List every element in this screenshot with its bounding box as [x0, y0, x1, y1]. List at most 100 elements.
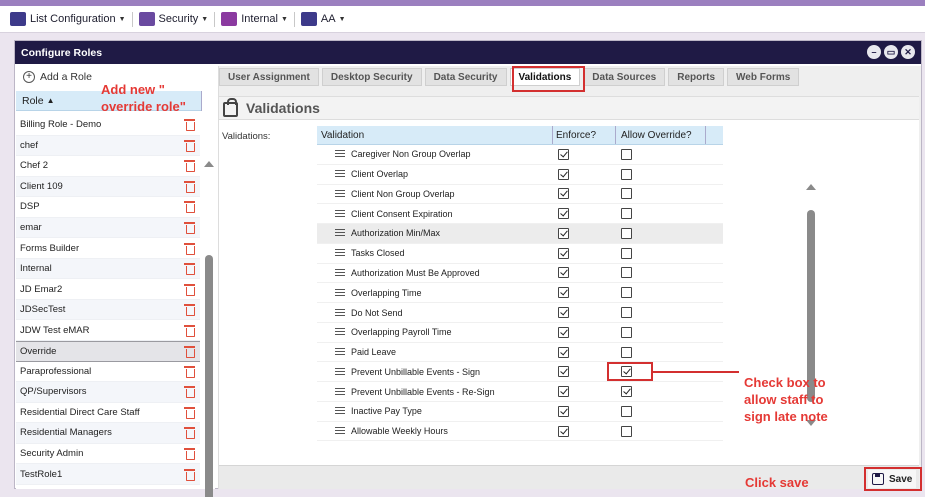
role-row[interactable]: JDSecTest: [16, 299, 200, 321]
role-row[interactable]: Client 109: [16, 176, 200, 198]
role-row[interactable]: JDW Test eMAR: [16, 320, 200, 342]
enforce-checkbox[interactable]: [558, 148, 569, 160]
trash-icon[interactable]: [184, 201, 195, 214]
menu-user[interactable]: AA ▼: [300, 12, 346, 26]
scroll-up-icon[interactable]: [806, 184, 816, 190]
trash-icon[interactable]: [184, 406, 195, 419]
tab-desktop-security[interactable]: Desktop Security: [321, 68, 422, 86]
role-row[interactable]: emar: [16, 217, 200, 239]
tab-web-forms[interactable]: Web Forms: [727, 68, 800, 86]
trash-icon[interactable]: [184, 139, 195, 152]
drag-handle-icon[interactable]: [335, 308, 345, 317]
maximize-icon[interactable]: ▭: [884, 45, 898, 59]
drag-handle-icon[interactable]: [335, 348, 345, 356]
role-row[interactable]: Billing Role - Demo: [16, 115, 200, 136]
tab-user-assignment[interactable]: User Assignment: [219, 68, 319, 86]
role-row[interactable]: Internal: [16, 258, 200, 280]
enforce-checkbox[interactable]: [558, 405, 569, 417]
enforce-checkbox[interactable]: [558, 346, 569, 358]
tab-reports[interactable]: Reports: [668, 68, 725, 86]
role-row[interactable]: TestRole1: [16, 464, 200, 485]
drag-handle-icon[interactable]: [335, 268, 345, 277]
role-row[interactable]: Security Admin: [16, 444, 200, 465]
allow-override-checkbox[interactable]: [621, 168, 632, 180]
enforce-checkbox[interactable]: [558, 287, 569, 299]
allow-override-checkbox[interactable]: [621, 287, 632, 299]
enforce-checkbox[interactable]: [558, 267, 569, 279]
role-row[interactable]: Residential Direct Care Staff: [16, 403, 200, 424]
enforce-checkbox[interactable]: [558, 307, 569, 318]
allow-override-checkbox[interactable]: [621, 208, 632, 220]
scrollbar-thumb[interactable]: [205, 255, 213, 497]
enforce-checkbox[interactable]: [558, 326, 569, 338]
tab-data-sources[interactable]: Data Sources: [583, 68, 666, 86]
role-row[interactable]: QP/Supervisors: [16, 382, 200, 403]
drag-handle-icon[interactable]: [335, 387, 345, 396]
trash-icon[interactable]: [184, 324, 195, 337]
trash-icon[interactable]: [184, 448, 195, 461]
scroll-up-icon[interactable]: [204, 161, 214, 167]
trash-icon[interactable]: [184, 468, 195, 481]
drag-handle-icon[interactable]: [335, 328, 345, 336]
drag-handle-icon[interactable]: [335, 427, 345, 435]
allow-override-checkbox[interactable]: [621, 405, 632, 417]
minimize-icon[interactable]: –: [867, 45, 881, 59]
role-row[interactable]: JD Emar2: [16, 279, 200, 300]
trash-icon[interactable]: [184, 263, 195, 276]
allow-override-checkbox[interactable]: [621, 267, 632, 279]
role-row[interactable]: chef: [16, 135, 200, 157]
trash-icon[interactable]: [184, 386, 195, 399]
tab-data-security[interactable]: Data Security: [424, 68, 507, 86]
close-icon[interactable]: ✕: [901, 45, 915, 59]
enforce-checkbox[interactable]: [558, 188, 569, 200]
role-row[interactable]: DSP: [16, 197, 200, 218]
drag-handle-icon[interactable]: [335, 209, 345, 218]
enforce-checkbox[interactable]: [558, 208, 569, 220]
enforce-checkbox[interactable]: [558, 227, 569, 239]
allow-override-checkbox[interactable]: [621, 326, 632, 338]
drag-handle-icon[interactable]: [335, 150, 345, 158]
trash-icon[interactable]: [184, 119, 195, 132]
enforce-checkbox[interactable]: [558, 425, 569, 437]
trash-icon[interactable]: [184, 283, 195, 296]
menu-list-configuration[interactable]: List Configuration ▼: [10, 12, 126, 26]
allow-override-checkbox[interactable]: [621, 247, 632, 259]
role-row[interactable]: Forms Builder: [16, 238, 200, 259]
drag-handle-icon[interactable]: [335, 170, 345, 178]
role-row[interactable]: Paraprofessional: [16, 362, 200, 383]
drag-handle-icon[interactable]: [335, 229, 345, 237]
header-enforce[interactable]: Enforce?: [553, 126, 616, 144]
header-validation[interactable]: Validation: [317, 126, 553, 144]
trash-icon[interactable]: [184, 180, 195, 193]
enforce-checkbox[interactable]: [558, 386, 569, 398]
menu-security[interactable]: Security ▼: [138, 12, 208, 26]
grid-scrollbar[interactable]: [806, 184, 818, 484]
role-row[interactable]: Chef 2: [16, 156, 200, 177]
allow-override-checkbox[interactable]: [621, 386, 632, 398]
trash-icon[interactable]: [184, 222, 195, 234]
drag-handle-icon[interactable]: [335, 288, 345, 297]
allow-override-checkbox[interactable]: [621, 346, 632, 358]
header-allow-override[interactable]: Allow Override?: [616, 126, 706, 144]
allow-override-checkbox[interactable]: [621, 188, 632, 200]
allow-override-checkbox[interactable]: [621, 425, 632, 437]
menu-internal[interactable]: Internal ▼: [221, 12, 288, 26]
trash-icon[interactable]: [184, 345, 195, 358]
enforce-checkbox[interactable]: [558, 247, 569, 259]
role-row[interactable]: Override: [16, 341, 200, 362]
drag-handle-icon[interactable]: [335, 189, 345, 198]
roles-scrollbar[interactable]: [203, 161, 214, 497]
enforce-checkbox[interactable]: [558, 168, 569, 180]
allow-override-checkbox[interactable]: [621, 307, 632, 318]
allow-override-checkbox[interactable]: [621, 227, 632, 239]
drag-handle-icon[interactable]: [335, 407, 345, 415]
drag-handle-icon[interactable]: [335, 249, 345, 257]
enforce-checkbox[interactable]: [558, 366, 569, 378]
trash-icon[interactable]: [184, 304, 195, 317]
trash-icon[interactable]: [184, 242, 195, 255]
role-row[interactable]: Residential Managers: [16, 423, 200, 444]
trash-icon[interactable]: [184, 427, 195, 440]
allow-override-checkbox[interactable]: [621, 148, 632, 160]
trash-icon[interactable]: [184, 365, 195, 378]
drag-handle-icon[interactable]: [335, 367, 345, 376]
